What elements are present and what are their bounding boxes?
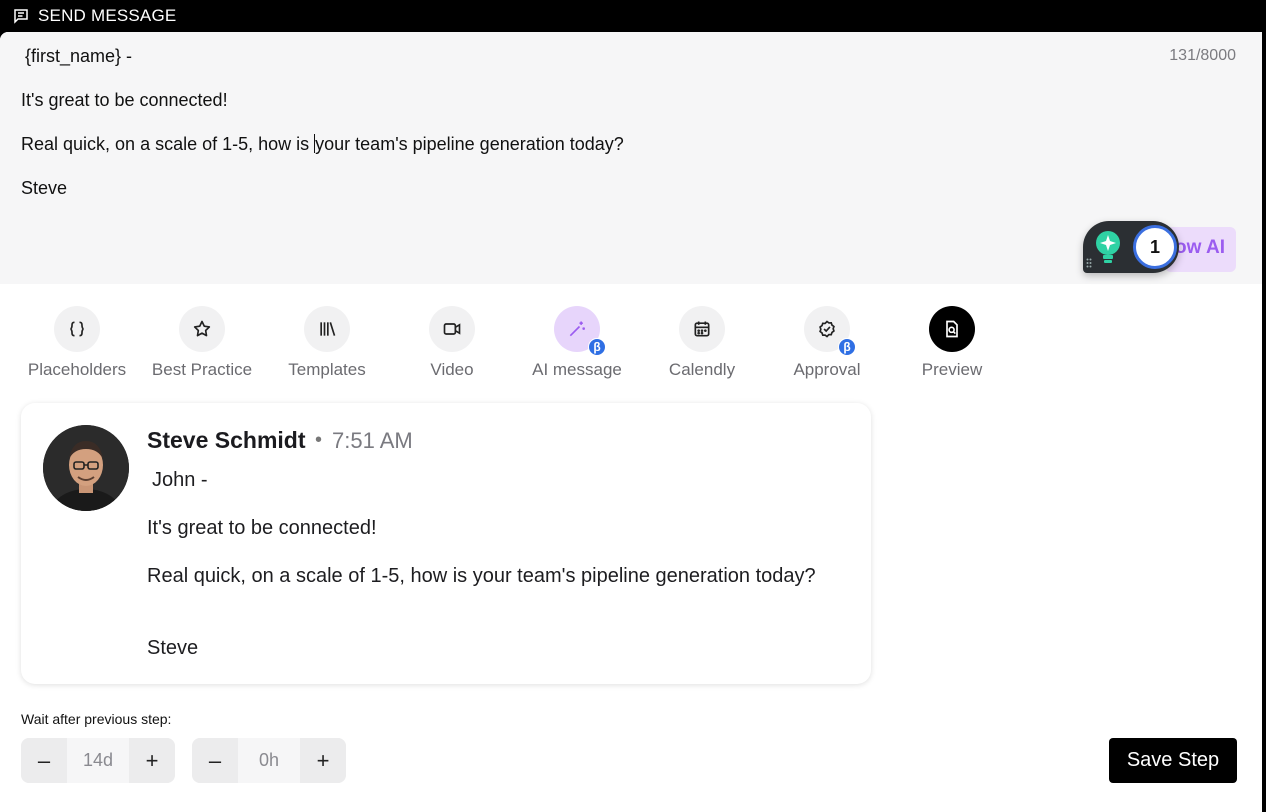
star-icon	[179, 306, 225, 352]
toolbar-approval[interactable]: β Approval	[767, 306, 887, 380]
toolbar-calendly-label: Calendly	[668, 360, 736, 379]
toolbar-calendly[interactable]: Calendly	[642, 306, 762, 380]
hours-stepper: – 0h +	[192, 738, 346, 783]
check-badge-icon: β	[804, 306, 856, 356]
preview-doc-icon	[929, 306, 975, 352]
message-editor[interactable]: {first_name} - 131/8000 It's great to be…	[0, 32, 1262, 284]
ai-button-label: ow AI	[1175, 237, 1225, 258]
toolbar-preview-label: Preview	[921, 360, 983, 379]
avatar	[43, 425, 129, 511]
message-square-icon	[12, 7, 30, 25]
hours-decrement-button[interactable]: –	[192, 738, 238, 783]
toolbar-preview[interactable]: Preview	[892, 306, 1012, 380]
toolbar-approval-label: Approval	[793, 360, 861, 379]
separator-dot: •	[315, 429, 323, 451]
hours-increment-button[interactable]: +	[300, 738, 346, 783]
editor-line-connected[interactable]: It's great to be connected!	[21, 90, 228, 111]
drag-handle-icon[interactable]	[1086, 258, 1092, 268]
hours-value[interactable]: 0h	[238, 738, 300, 783]
lightbulb-icon	[1096, 231, 1120, 263]
toolbar-video[interactable]: Video	[392, 306, 512, 380]
message-time: 7:51 AM	[332, 428, 413, 453]
toolbar-best-practice[interactable]: Best Practice	[142, 306, 262, 380]
video-camera-icon	[429, 306, 475, 352]
toolbar-ai-message-label: AI message	[532, 360, 622, 379]
dialog-title: SEND MESSAGE	[38, 6, 177, 25]
send-message-panel: {first_name} - 131/8000 It's great to be…	[0, 32, 1262, 812]
preview-connected: It's great to be connected!	[147, 517, 377, 539]
notification-count-badge[interactable]: 1	[1133, 225, 1177, 269]
preview-question: Real quick, on a scale of 1-5, how is yo…	[147, 565, 816, 587]
library-icon	[304, 306, 350, 352]
toolbar-ai-message[interactable]: β AI message	[517, 306, 637, 380]
days-stepper: – 14d +	[21, 738, 175, 783]
toolbar-templates[interactable]: Templates	[267, 306, 387, 380]
magic-wand-icon: β	[554, 306, 606, 356]
sender-name: Steve Schmidt	[147, 427, 306, 453]
beta-badge: β	[838, 338, 856, 356]
ai-suggestion-widget[interactable]: 1	[1083, 221, 1179, 273]
toolbar-video-label: Video	[430, 360, 474, 379]
toolbar-placeholders[interactable]: Placeholders	[17, 306, 137, 380]
editor-line-greeting[interactable]: {first_name} -	[25, 46, 132, 67]
wait-label: Wait after previous step:	[21, 711, 172, 727]
braces-icon	[54, 306, 100, 352]
message-preview-card: Steve Schmidt • 7:51 AM John - It's grea…	[21, 403, 871, 684]
days-value[interactable]: 14d	[67, 738, 129, 783]
days-decrement-button[interactable]: –	[21, 738, 67, 783]
days-increment-button[interactable]: +	[129, 738, 175, 783]
character-counter: 131/8000	[1169, 47, 1236, 64]
toolbar-best-practice-label: Best Practice	[151, 360, 253, 379]
calendar-icon	[679, 306, 725, 352]
preview-signature: Steve	[147, 637, 199, 659]
editor-line-question[interactable]: Real quick, on a scale of 1-5, how is yo…	[21, 134, 624, 155]
toolbar-placeholders-label: Placeholders	[27, 360, 127, 379]
save-step-button[interactable]: Save Step	[1109, 738, 1237, 783]
editor-line-question-part1: Real quick, on a scale of 1-5, how is	[21, 134, 315, 154]
editor-line-signature[interactable]: Steve	[21, 178, 67, 199]
editor-line-question-part2: your team's pipeline generation today?	[315, 134, 624, 154]
preview-greeting: John -	[152, 469, 208, 491]
toolbar-templates-label: Templates	[288, 360, 366, 379]
dialog-header: SEND MESSAGE	[0, 0, 1266, 32]
beta-badge: β	[588, 338, 606, 356]
